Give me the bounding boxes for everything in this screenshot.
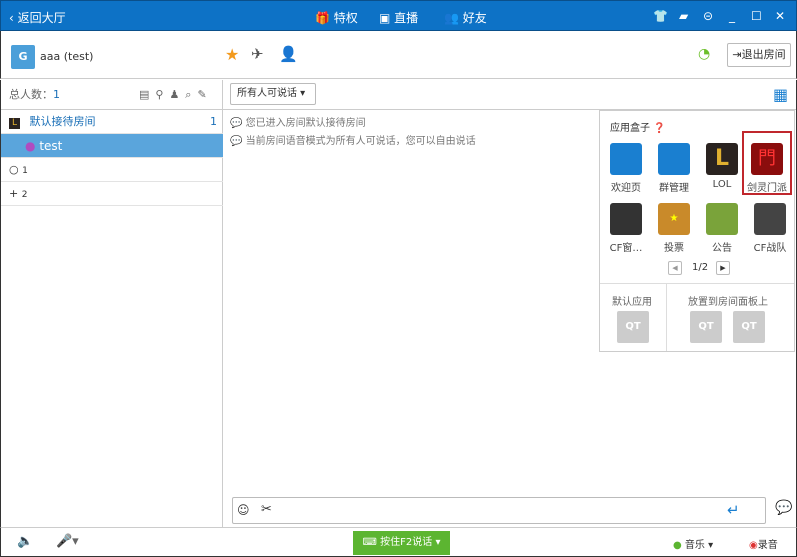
app-lol[interactable]: L LOL <box>700 143 744 190</box>
message-input-bar[interactable]: ☺ ✂ ↵ <box>232 497 766 524</box>
username: aaa (test) <box>40 50 94 63</box>
skin-icon[interactable]: 👕 <box>653 9 668 23</box>
user-item-selected[interactable]: ● test <box>1 134 223 158</box>
app-box-title: 应用盒子 ❓ <box>610 123 666 134</box>
app-group-manage[interactable]: 群管理 <box>652 143 696 194</box>
qt-slot-icon[interactable]: QT <box>733 311 765 343</box>
chat-bubble-icon[interactable]: 💬 <box>775 500 792 516</box>
live-tab[interactable]: ▣ 直播 <box>379 9 418 26</box>
menu-icon[interactable]: ⊝ <box>703 9 713 23</box>
push-to-talk-button[interactable]: ⌨ 按住F2说话 ▾ <box>353 531 450 555</box>
app-cf-team[interactable]: CF战队 <box>748 203 792 254</box>
system-message: 💬 您已进入房间默认接待房间 <box>230 118 366 129</box>
message-icon[interactable]: ▰ <box>679 9 688 23</box>
record-button[interactable]: ◉录音 <box>749 536 778 551</box>
title-bar: ‹ 返回大厅 🎁 特权 ▣ 直播 👥 好友 👕 ▰ ⊝ _ ☐ ✕ <box>0 0 797 31</box>
app-jianling[interactable]: 門剑灵门派 <box>742 131 792 195</box>
minimize-icon[interactable]: _ <box>729 9 735 23</box>
app-cf-window[interactable]: CF窗… <box>604 203 648 254</box>
toolbar-icons[interactable]: ▤⚲♟⌕✎ <box>139 80 213 110</box>
channel-panel: 总人数：1 ▤⚲♟⌕✎ L 默认接待房间 1 ● test ○ 1 + 2 <box>0 80 223 527</box>
scissors-icon[interactable]: ✂ <box>261 502 272 517</box>
app-grid-icon[interactable]: ▦ <box>773 85 788 104</box>
emoji-icon[interactable]: ☺ <box>237 503 250 517</box>
privilege-tab[interactable]: 🎁 特权 <box>315 9 358 26</box>
avatar[interactable]: G <box>11 45 35 69</box>
bottom-bar: 🔈 🎤▾ ⌨ 按住F2说话 ▾ ● 音乐 ▾ ◉录音 <box>0 527 797 557</box>
channel-item[interactable]: + 2 <box>1 182 223 206</box>
app-welcome[interactable]: 欢迎页 <box>604 143 648 194</box>
speak-mode-select[interactable]: 所有人可说话 ▾ <box>230 83 316 105</box>
maximize-icon[interactable]: ☐ <box>751 9 762 23</box>
circle-icon: ○ <box>9 163 19 176</box>
speaker-icon[interactable]: 🔈 <box>17 534 33 549</box>
channel-item[interactable]: L 默认接待房间 1 <box>1 110 223 134</box>
next-page-button[interactable]: ▶ <box>716 261 730 275</box>
app-vote[interactable]: ★ 投票 <box>652 203 696 254</box>
default-apps-label: 默认应用 <box>612 297 652 308</box>
channel-icon: L <box>9 118 20 129</box>
exit-room-button[interactable]: ⇥退出房间 <box>727 43 791 67</box>
app-box-popup: 应用盒子 ❓ 欢迎页 群管理 L LOL 門剑灵门派 CF窗… ★ 投票 公告 CF… <box>599 110 795 352</box>
microphone-icon[interactable]: 🎤▾ <box>56 534 79 549</box>
friends-tab[interactable]: 👥 好友 <box>444 9 487 26</box>
app-notice[interactable]: 公告 <box>700 203 744 254</box>
total-row: 总人数：1 ▤⚲♟⌕✎ <box>1 80 223 110</box>
qt-slot-icon[interactable]: QT <box>690 311 722 343</box>
music-button[interactable]: ● 音乐 ▾ <box>673 536 713 551</box>
channel-item[interactable]: ○ 1 <box>1 158 223 182</box>
qt-slot-icon[interactable]: QT <box>617 311 649 343</box>
send-icon[interactable]: ↵ <box>727 501 740 519</box>
favorite-star-icon[interactable]: ★ <box>225 45 239 64</box>
place-on-panel-label: 放置到房间面板上 <box>688 297 768 308</box>
airplane-icon[interactable]: ✈ <box>251 45 264 63</box>
page-indicator: 1/2 <box>692 262 709 273</box>
plus-icon: + <box>9 187 19 200</box>
room-header: G aaa (test) ★ ✈ 👤 ◔ ⇥退出房间 <box>0 31 797 79</box>
back-to-lobby[interactable]: ‹ 返回大厅 <box>9 9 66 26</box>
prev-page-button[interactable]: ◀ <box>668 261 682 275</box>
signal-icon: ◔ <box>698 46 711 62</box>
user-icon: ● <box>25 139 36 153</box>
add-user-icon[interactable]: 👤 <box>279 45 298 63</box>
system-message: 💬 当前房间语音模式为所有人可说话，您可以自由说话 <box>230 136 476 147</box>
close-icon[interactable]: ✕ <box>775 9 785 23</box>
